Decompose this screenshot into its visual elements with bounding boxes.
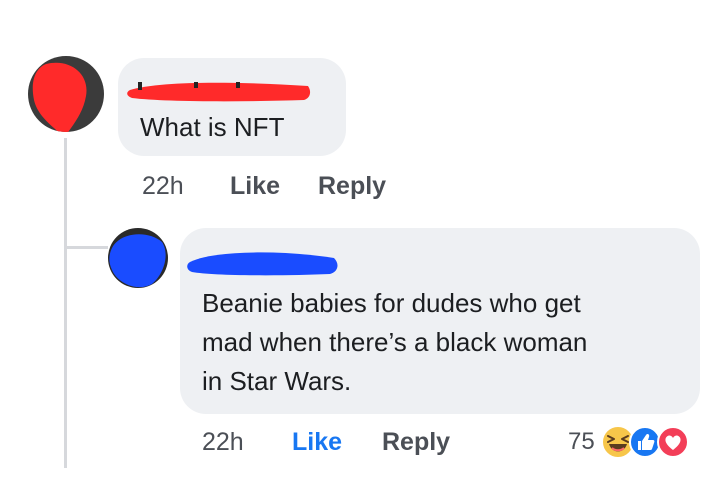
- comment-2-text-line-2: mad when there’s a black woman: [202, 327, 588, 357]
- reaction-icons[interactable]: [600, 424, 700, 460]
- avatar-redaction-mark: [32, 62, 87, 132]
- reaction-count[interactable]: 75: [568, 428, 595, 456]
- page-footer: [0, 469, 720, 495]
- avatar-redaction-mark: [109, 234, 166, 288]
- comment-2-bubble: Beanie babies for dudes who get mad when…: [180, 228, 700, 414]
- comment-1-time[interactable]: 22h: [142, 172, 184, 201]
- comment-1-avatar[interactable]: [28, 56, 104, 132]
- love-icon: [657, 426, 689, 458]
- comment-2-avatar[interactable]: [108, 228, 168, 288]
- comment-2-time[interactable]: 22h: [202, 428, 244, 457]
- thread-line-vertical: [64, 138, 67, 468]
- comment-2-text-line-3: in Star Wars.: [202, 366, 352, 396]
- comment-2-text: Beanie babies for dudes who get mad when…: [202, 284, 587, 401]
- comment-1-bubble: What is NFT: [118, 58, 346, 156]
- comment-1-text: What is NFT: [140, 112, 285, 142]
- thread-line-branch: [64, 246, 108, 249]
- comment-2-reply-button[interactable]: Reply: [382, 428, 450, 457]
- comment-1-reply-button[interactable]: Reply: [318, 172, 386, 201]
- author-name-redaction: [127, 82, 311, 102]
- comment-2-text-line-1: Beanie babies for dudes who get: [202, 288, 581, 318]
- comment-1-like-button[interactable]: Like: [230, 172, 280, 201]
- author-name-redaction: [187, 252, 338, 276]
- comment-2-like-button[interactable]: Like: [292, 428, 342, 457]
